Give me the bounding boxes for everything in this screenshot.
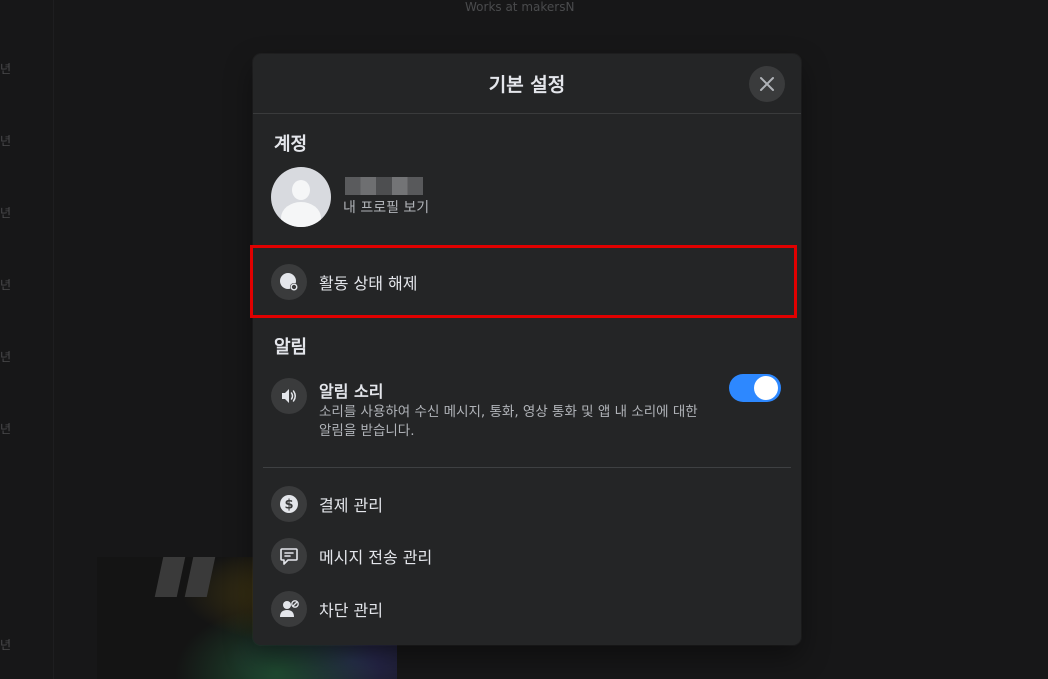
- notification-sound-setting: 알림 소리 소리를 사용하여 수신 메시지, 통화, 영상 통화 및 앱 내 소…: [271, 378, 709, 441]
- background-year-marker: 년: [0, 350, 12, 364]
- payment-settings-button[interactable]: $ 결제 관리: [271, 486, 383, 522]
- payment-settings-label: 결제 관리: [319, 496, 383, 515]
- avatar: [271, 167, 331, 227]
- notification-sound-title: 알림 소리: [319, 382, 384, 401]
- account-section-title: 계정: [274, 134, 308, 155]
- dollar-icon: $: [271, 486, 307, 522]
- block-user-icon: [271, 591, 307, 627]
- block-settings-label: 차단 관리: [319, 601, 383, 620]
- view-profile-link[interactable]: 내 프로필 보기: [343, 197, 429, 217]
- profile-row[interactable]: 내 프로필 보기: [271, 167, 429, 227]
- message-icon: [271, 538, 307, 574]
- background-year-marker: 년: [0, 134, 12, 148]
- background-year-marker: 년: [0, 638, 12, 652]
- close-button[interactable]: [749, 66, 785, 102]
- notifications-section-title: 알림: [274, 337, 308, 358]
- active-status-icon: [271, 264, 307, 300]
- notification-sound-toggle[interactable]: [729, 374, 781, 402]
- block-settings-button[interactable]: 차단 관리: [271, 591, 383, 627]
- toggle-knob: [754, 376, 778, 400]
- close-icon: [760, 77, 774, 91]
- speaker-icon: [271, 378, 307, 414]
- dialog-title: 기본 설정: [488, 74, 566, 96]
- background-year-marker: 년: [0, 278, 12, 292]
- message-delivery-label: 메시지 전송 관리: [319, 548, 433, 567]
- notification-sound-description: 소리를 사용하여 수신 메시지, 통화, 영상 통화 및 앱 내 소리에 대한 …: [319, 404, 698, 439]
- message-delivery-button[interactable]: 메시지 전송 관리: [271, 538, 432, 574]
- activity-status-button[interactable]: 활동 상태 해제: [271, 264, 418, 300]
- background-left-column: 년 년 년 년 년 년 년: [0, 0, 54, 679]
- profile-name-redacted: [345, 177, 423, 195]
- activity-status-label: 활동 상태 해제: [319, 274, 418, 293]
- background-year-marker: 년: [0, 62, 12, 76]
- background-year-marker: 년: [0, 422, 12, 436]
- background-subtitle: Works at makersN: [465, 0, 575, 14]
- dialog-header: 기본 설정: [253, 54, 801, 114]
- preferences-dialog: 기본 설정 계정 내 프로필 보기 활동 상태 해제 알림 알림 소리 소리를 …: [250, 54, 801, 645]
- svg-text:$: $: [284, 498, 293, 513]
- background-year-marker: 년: [0, 206, 12, 220]
- divider: [263, 467, 791, 468]
